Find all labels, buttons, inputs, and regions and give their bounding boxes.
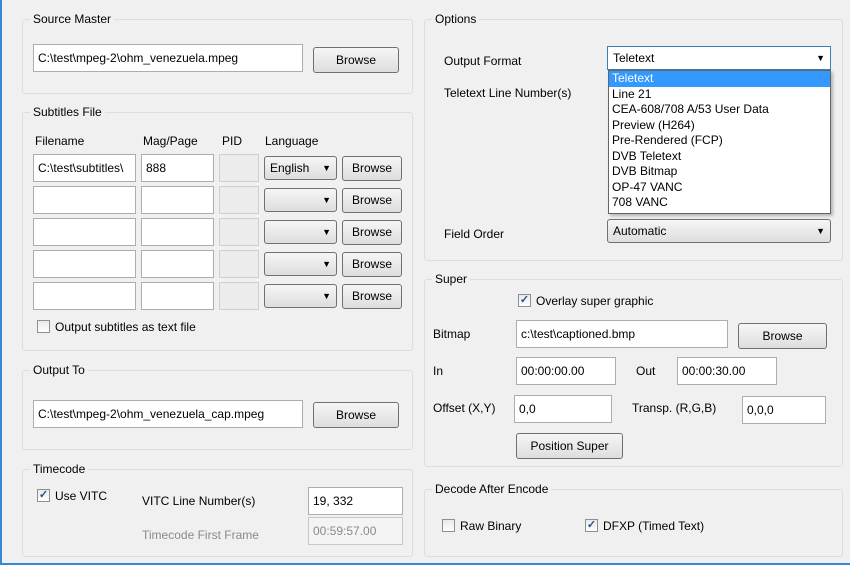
col-header-pid: PID (222, 134, 243, 148)
subtitle-pid-field (219, 282, 259, 310)
chevron-down-icon: ▼ (322, 259, 331, 269)
subtitle-browse-button[interactable]: Browse (342, 188, 402, 213)
first-frame-input[interactable]: 00:59:57.00 (308, 517, 403, 545)
subtitle-browse-button[interactable]: Browse (342, 252, 402, 277)
subtitle-filename-input[interactable] (33, 282, 136, 310)
output-format-option[interactable]: 708 VANC (609, 195, 830, 211)
subtitle-language-value: English (270, 161, 310, 175)
output-format-option[interactable]: DVB Teletext (609, 149, 830, 165)
source-master-title: Source Master (30, 12, 115, 26)
field-order-value: Automatic (613, 224, 667, 238)
output-format-select[interactable]: Teletext ▼ (607, 46, 831, 70)
output-format-option[interactable]: DVB Bitmap (609, 164, 830, 180)
position-super-button[interactable]: Position Super (516, 433, 623, 459)
subtitle-mag-page-input[interactable] (141, 282, 214, 310)
output-format-label: Output Format (444, 54, 522, 68)
vitc-line-input[interactable]: 19, 332 (308, 487, 403, 515)
subtitle-language-select[interactable]: ▼ (264, 220, 337, 244)
col-header-language: Language (265, 134, 319, 148)
subtitle-language-select[interactable]: ▼ (264, 284, 337, 308)
transp-label: Transp. (R,G,B) (632, 401, 717, 415)
first-frame-label: Timecode First Frame (142, 528, 259, 542)
subtitle-language-select[interactable]: ▼ (264, 252, 337, 276)
dfxp-label: DFXP (Timed Text) (603, 519, 705, 533)
overlay-super-label: Overlay super graphic (536, 294, 654, 308)
chevron-down-icon: ▼ (816, 226, 825, 236)
subtitle-mag-page-input[interactable]: 888 (141, 154, 214, 182)
subtitle-pid-field (219, 154, 259, 182)
subtitle-mag-page-input[interactable] (141, 250, 214, 278)
subtitle-filename-input[interactable] (33, 250, 136, 278)
output-to-browse-button[interactable]: Browse (313, 402, 399, 428)
out-label: Out (636, 364, 656, 378)
bitmap-browse-button[interactable]: Browse (738, 323, 827, 349)
vitc-line-label: VITC Line Number(s) (142, 494, 256, 508)
raw-binary-label: Raw Binary (460, 519, 522, 533)
output-format-dropdown-list[interactable]: Teletext Line 21 CEA-608/708 A/53 User D… (608, 70, 831, 214)
subtitle-browse-button[interactable]: Browse (342, 156, 402, 181)
output-format-option[interactable]: Teletext (609, 71, 830, 87)
col-header-filename: Filename (35, 134, 85, 148)
subtitles-file-title: Subtitles File (30, 105, 105, 119)
use-vitc-label: Use VITC (55, 489, 108, 503)
overlay-super-checkbox[interactable]: ✓ (518, 294, 531, 307)
offset-label: Offset (X,Y) (433, 401, 496, 415)
options-title: Options (432, 12, 480, 26)
subtitle-pid-field (219, 218, 259, 246)
output-format-option[interactable]: CEA-608/708 A/53 User Data (609, 102, 830, 118)
timecode-title: Timecode (30, 462, 89, 476)
output-to-path-input[interactable]: C:\test\mpeg-2\ohm_venezuela_cap.mpeg (33, 400, 303, 428)
output-format-option[interactable]: Line 21 (609, 87, 830, 103)
output-format-option[interactable]: Preview (H264) (609, 118, 830, 134)
output-text-label: Output subtitles as text file (55, 320, 196, 334)
out-time-input[interactable]: 00:00:30.00 (677, 357, 777, 385)
subtitle-filename-input[interactable] (33, 186, 136, 214)
subtitle-filename-input[interactable] (33, 218, 136, 246)
chevron-down-icon: ▼ (322, 163, 331, 173)
subtitle-browse-button[interactable]: Browse (342, 220, 402, 245)
super-title: Super (432, 272, 471, 286)
raw-binary-checkbox[interactable] (442, 519, 455, 532)
field-order-select[interactable]: Automatic ▼ (607, 219, 831, 243)
col-header-mag-page: Mag/Page (143, 134, 198, 148)
output-text-checkbox[interactable] (37, 320, 50, 333)
in-time-input[interactable]: 00:00:00.00 (516, 357, 616, 385)
subtitle-language-select[interactable]: English ▼ (264, 156, 337, 180)
output-format-option[interactable]: Pre-Rendered (FCP) (609, 133, 830, 149)
offset-input[interactable]: 0,0 (514, 395, 612, 423)
subtitle-mag-page-input[interactable] (141, 186, 214, 214)
bitmap-path-input[interactable]: c:\test\captioned.bmp (516, 320, 728, 348)
bitmap-label: Bitmap (433, 327, 471, 341)
source-master-browse-button[interactable]: Browse (313, 47, 399, 73)
output-format-option[interactable]: OP-47 VANC (609, 180, 830, 196)
teletext-line-label: Teletext Line Number(s) (444, 86, 572, 100)
subtitle-browse-button[interactable]: Browse (342, 284, 402, 309)
chevron-down-icon: ▼ (322, 195, 331, 205)
dfxp-checkbox[interactable]: ✓ (585, 519, 598, 532)
subtitle-pid-field (219, 250, 259, 278)
transp-input[interactable]: 0,0,0 (742, 396, 826, 424)
subtitle-mag-page-input[interactable] (141, 218, 214, 246)
chevron-down-icon: ▼ (322, 291, 331, 301)
source-master-path-input[interactable]: C:\test\mpeg-2\ohm_venezuela.mpeg (33, 44, 303, 72)
use-vitc-checkbox[interactable]: ✓ (37, 489, 50, 502)
decode-title: Decode After Encode (432, 482, 552, 496)
in-label: In (433, 364, 444, 378)
subtitle-language-select[interactable]: ▼ (264, 188, 337, 212)
output-to-title: Output To (30, 363, 88, 377)
subtitle-pid-field (219, 186, 259, 214)
window-edge-left (0, 0, 2, 565)
output-format-value: Teletext (613, 51, 655, 65)
subtitle-filename-input[interactable]: C:\test\subtitles\ (33, 154, 136, 182)
chevron-down-icon: ▼ (816, 53, 825, 63)
field-order-label: Field Order (444, 227, 505, 241)
chevron-down-icon: ▼ (322, 227, 331, 237)
